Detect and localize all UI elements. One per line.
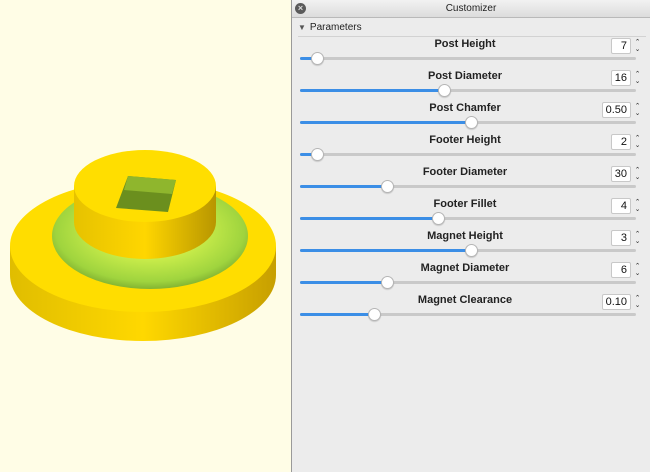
magnet-height-slider[interactable]: [300, 244, 636, 257]
post-diameter-value[interactable]: 16: [610, 70, 631, 86]
magnet-diameter-slider[interactable]: [300, 276, 636, 289]
param-label: Post Chamfer: [429, 102, 501, 114]
post-diameter-spinbox[interactable]: 16 ⌃ ⌄: [610, 70, 642, 86]
post-height-slider[interactable]: [300, 52, 636, 65]
param-label: Post Diameter: [428, 70, 502, 82]
magnet-diameter-spinbox[interactable]: 6 ⌃ ⌄: [611, 262, 642, 278]
slider-fill: [300, 121, 472, 124]
param-post-chamfer: Post Chamfer 0.50 ⌃ ⌄: [292, 102, 650, 134]
spin-arrows[interactable]: ⌃ ⌄: [633, 198, 642, 214]
footer-fillet-spinbox[interactable]: 4 ⌃ ⌄: [611, 198, 642, 214]
slider-fill: [300, 185, 388, 188]
customizer-titlebar: × Customizer: [292, 0, 650, 18]
increment-icon[interactable]: ⌃: [633, 295, 642, 302]
magnet-height-spinbox[interactable]: 3 ⌃ ⌄: [611, 230, 642, 246]
slider-fill: [300, 89, 445, 92]
spin-arrows[interactable]: ⌃ ⌄: [633, 38, 642, 54]
window-title: Customizer: [445, 3, 497, 14]
increment-icon[interactable]: ⌃: [633, 135, 642, 142]
spin-arrows[interactable]: ⌃ ⌄: [633, 134, 642, 150]
slider-thumb[interactable]: [465, 116, 479, 129]
decrement-icon[interactable]: ⌄: [633, 142, 642, 149]
spin-arrows[interactable]: ⌃ ⌄: [633, 70, 642, 86]
slider-thumb[interactable]: [431, 212, 445, 225]
param-label: Footer Height: [429, 134, 501, 146]
parameters-section-toggle[interactable]: ▼ Parameters: [298, 22, 362, 36]
decrement-icon[interactable]: ⌄: [633, 302, 642, 309]
decrement-icon[interactable]: ⌄: [633, 270, 642, 277]
param-post-height: Post Height 7 ⌃ ⌄: [292, 38, 650, 70]
param-footer-height: Footer Height 2 ⌃ ⌄: [292, 134, 650, 166]
footer-fillet-value[interactable]: 4: [611, 198, 631, 214]
increment-icon[interactable]: ⌃: [633, 263, 642, 270]
slider-fill: [300, 281, 388, 284]
increment-icon[interactable]: ⌃: [633, 103, 642, 110]
param-footer-fillet: Footer Fillet 4 ⌃ ⌄: [292, 198, 650, 230]
section-divider: [298, 36, 646, 37]
param-magnet-diameter: Magnet Diameter 6 ⌃ ⌄: [292, 262, 650, 294]
post-height-spinbox[interactable]: 7 ⌃ ⌄: [611, 38, 642, 54]
3d-viewport[interactable]: [0, 0, 291, 472]
post-diameter-slider[interactable]: [300, 84, 636, 97]
param-label: Magnet Diameter: [420, 262, 510, 274]
post-height-value[interactable]: 7: [611, 38, 631, 54]
increment-icon[interactable]: ⌃: [633, 231, 642, 238]
slider-thumb[interactable]: [367, 308, 381, 321]
increment-icon[interactable]: ⌃: [633, 39, 642, 46]
slider-thumb[interactable]: [310, 148, 324, 161]
decrement-icon[interactable]: ⌄: [633, 110, 642, 117]
slider-thumb[interactable]: [438, 84, 452, 97]
footer-fillet-slider[interactable]: [300, 212, 636, 225]
decrement-icon[interactable]: ⌄: [633, 78, 642, 85]
post-chamfer-slider[interactable]: [300, 116, 636, 129]
slider-fill: [300, 313, 374, 316]
magnet-diameter-value[interactable]: 6: [611, 262, 631, 278]
spin-arrows[interactable]: ⌃ ⌄: [633, 166, 642, 182]
slider-thumb[interactable]: [465, 244, 479, 257]
spin-arrows[interactable]: ⌃ ⌄: [633, 102, 642, 118]
param-label: Magnet Height: [427, 230, 503, 242]
param-label: Post Height: [434, 38, 496, 50]
magnet-height-value[interactable]: 3: [611, 230, 631, 246]
magnet-clearance-value[interactable]: 0.10: [601, 294, 631, 310]
footer-height-spinbox[interactable]: 2 ⌃ ⌄: [611, 134, 642, 150]
post-chamfer-value[interactable]: 0.50: [601, 102, 631, 118]
param-post-diameter: Post Diameter 16 ⌃ ⌄: [292, 70, 650, 102]
slider-fill: [300, 217, 438, 220]
param-magnet-height: Magnet Height 3 ⌃ ⌄: [292, 230, 650, 262]
model-render: [10, 150, 276, 341]
increment-icon[interactable]: ⌃: [633, 71, 642, 78]
footer-diameter-spinbox[interactable]: 30 ⌃ ⌄: [610, 166, 642, 182]
decrement-icon[interactable]: ⌄: [633, 46, 642, 53]
increment-icon[interactable]: ⌃: [633, 167, 642, 174]
decrement-icon[interactable]: ⌄: [633, 206, 642, 213]
increment-icon[interactable]: ⌃: [633, 199, 642, 206]
parameters-section-label: Parameters: [309, 22, 362, 33]
spin-arrows[interactable]: ⌃ ⌄: [633, 262, 642, 278]
footer-height-value[interactable]: 2: [611, 134, 631, 150]
param-footer-diameter: Footer Diameter 30 ⌃ ⌄: [292, 166, 650, 198]
spin-arrows[interactable]: ⌃ ⌄: [633, 294, 642, 310]
footer-diameter-slider[interactable]: [300, 180, 636, 193]
magnet-clearance-slider[interactable]: [300, 308, 636, 321]
decrement-icon[interactable]: ⌄: [633, 174, 642, 181]
param-label: Magnet Clearance: [417, 294, 513, 306]
slider-fill: [300, 249, 472, 252]
triangle-down-icon: ▼: [298, 23, 306, 32]
spin-arrows[interactable]: ⌃ ⌄: [633, 230, 642, 246]
magnet-clearance-spinbox[interactable]: 0.10 ⌃ ⌄: [601, 294, 642, 310]
param-magnet-clearance: Magnet Clearance 0.10 ⌃ ⌄: [292, 294, 650, 326]
decrement-icon[interactable]: ⌄: [633, 238, 642, 245]
footer-diameter-value[interactable]: 30: [610, 166, 631, 182]
post-chamfer-spinbox[interactable]: 0.50 ⌃ ⌄: [601, 102, 642, 118]
slider-thumb[interactable]: [310, 52, 324, 65]
customizer-panel: × Customizer ▼ Parameters Post Height 7 ⌃ ⌄ P…: [292, 0, 650, 472]
slider-thumb[interactable]: [381, 276, 395, 289]
param-label: Footer Diameter: [422, 166, 508, 178]
footer-height-slider[interactable]: [300, 148, 636, 161]
param-label: Footer Fillet: [433, 198, 497, 210]
slider-thumb[interactable]: [381, 180, 395, 193]
